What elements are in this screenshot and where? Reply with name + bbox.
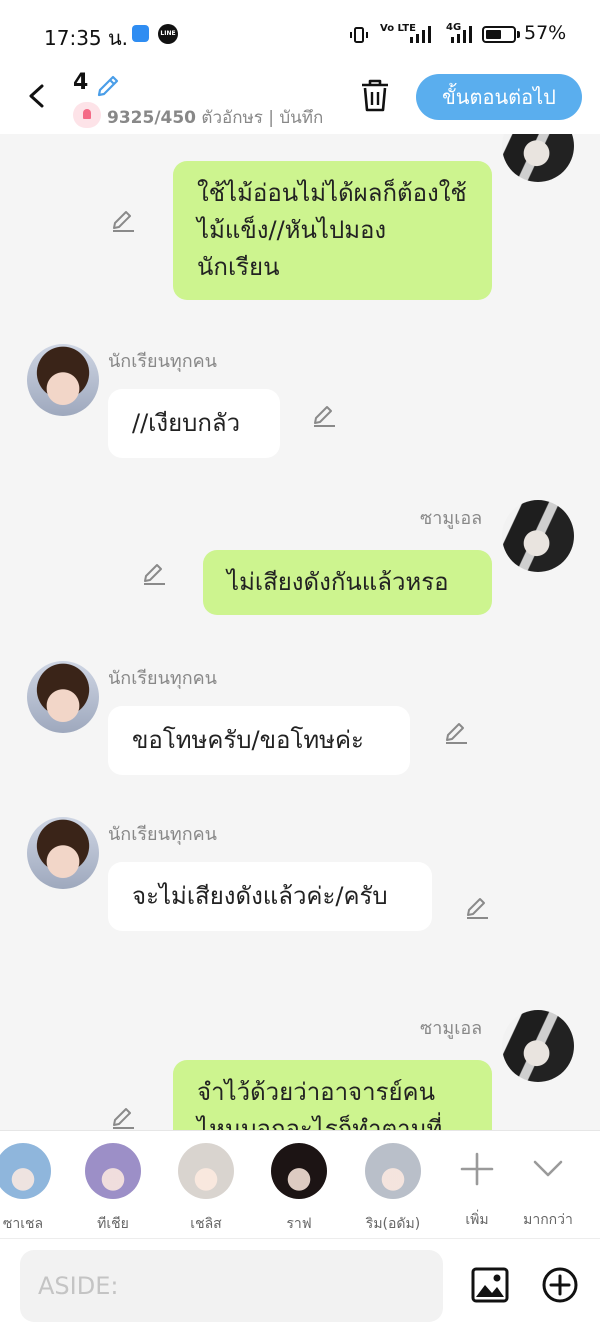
editor-header: 4 9325/450 ตัวอักษร | บันทึก ขั้นตอนต่อไ… [0, 68, 600, 134]
next-step-button[interactable]: ขั้นตอนต่อไป [416, 74, 582, 120]
message-bubble[interactable]: ขอโทษครับ/ขอโทษค่ะ [108, 706, 410, 775]
character-avatar [271, 1143, 327, 1199]
character-selector: ซาเชล ทีเชีย เชลิส ราฟ ริม(อดัม) เพิ่ม ม… [0, 1130, 600, 1238]
avatar-students[interactable] [27, 661, 99, 733]
signal-icon-sim2 [451, 26, 472, 43]
battery-icon [482, 26, 516, 43]
line-notification-icon: LINE [158, 24, 178, 44]
char-count-suffix: ตัวอักษร | บันทึก [201, 108, 324, 128]
avatar-samuel[interactable] [502, 500, 574, 572]
message-bubble[interactable]: จำไว้ด้วยว่าอาจารย์คนไหนบอกอะไรก็ทำตามที… [173, 1060, 492, 1130]
sender-name: นักเรียนทุกคน [108, 351, 217, 372]
edit-message-icon[interactable] [141, 560, 167, 586]
character-name: ราฟ [286, 1216, 312, 1232]
plus-icon [460, 1152, 494, 1186]
sender-name: ซามูเอล [420, 1018, 483, 1039]
app-notification-icon [132, 25, 149, 42]
character-avatar [85, 1143, 141, 1199]
message-bubble[interactable]: ไม่เสียงดังกันแล้วหรอ [203, 550, 492, 615]
sender-name: นักเรียนทุกคน [108, 824, 217, 845]
back-icon[interactable] [22, 78, 52, 114]
character-name: เชลิส [190, 1216, 222, 1232]
character-avatar [178, 1143, 234, 1199]
image-icon[interactable] [470, 1265, 510, 1305]
character-item[interactable]: ราฟ [254, 1143, 344, 1235]
chevron-down-icon [533, 1160, 563, 1177]
signal-icon [410, 26, 431, 43]
edit-message-icon[interactable] [110, 1104, 136, 1130]
character-name: ริม(อดัม) [365, 1216, 421, 1232]
character-count: 9325/450 ตัวอักษร | บันทึก [107, 104, 332, 128]
char-count-value: 9325/450 [107, 108, 197, 128]
character-item[interactable]: เชลิส [161, 1143, 251, 1235]
more-label: มากกว่า [523, 1212, 573, 1228]
sender-name: นักเรียนทุกคน [108, 668, 217, 689]
battery-cap [517, 31, 520, 38]
aside-input[interactable] [20, 1250, 443, 1322]
avatar-students[interactable] [27, 344, 99, 416]
compose-bar [0, 1238, 600, 1333]
episode-number: 4 [73, 70, 89, 95]
character-item[interactable]: ริม(อดัม) [348, 1143, 438, 1235]
character-name: ซาเชล [2, 1216, 44, 1232]
status-bar: 17:35 น. LINE Vo LTE 4G 57% [0, 0, 600, 68]
character-item[interactable]: ซาเชล [0, 1143, 68, 1235]
battery-fill [486, 30, 501, 39]
chat-area[interactable]: ใช้ไม้อ่อนไม่ได้ผลก็ต้องใช้ไม้แข็ง//หันไ… [0, 134, 600, 1130]
edit-message-icon[interactable] [311, 402, 337, 428]
character-avatar [365, 1143, 421, 1199]
sender-name: ซามูเอล [420, 508, 483, 529]
message-bubble[interactable]: ใช้ไม้อ่อนไม่ได้ผลก็ต้องใช้ไม้แข็ง//หันไ… [173, 161, 492, 300]
status-time: 17:35 น. [44, 26, 129, 50]
edit-message-icon[interactable] [110, 207, 136, 233]
avatar-samuel[interactable] [502, 134, 574, 182]
add-circle-icon[interactable] [540, 1265, 580, 1305]
edit-message-icon[interactable] [464, 894, 490, 920]
avatar-samuel[interactable] [502, 1010, 574, 1082]
character-name: ทีเชีย [97, 1216, 129, 1232]
battery-percent: 57% [524, 22, 567, 44]
message-bubble[interactable]: //เงียบกลัว [108, 389, 280, 458]
story-chat-editor: 17:35 น. LINE Vo LTE 4G 57% 4 9325/450 ต… [0, 0, 600, 1333]
message-bubble[interactable]: จะไม่เสียงดังแล้วค่ะ/ครับ [108, 862, 432, 931]
more-characters-button[interactable]: มากกว่า [503, 1143, 593, 1231]
character-avatar [0, 1143, 51, 1199]
trash-icon[interactable] [358, 76, 392, 114]
avatar-students[interactable] [27, 817, 99, 889]
edit-message-icon[interactable] [443, 719, 469, 745]
edit-title-icon[interactable] [94, 72, 122, 100]
vibrate-icon [350, 27, 368, 43]
notification-bell-icon [73, 102, 101, 128]
character-item[interactable]: ทีเชีย [68, 1143, 158, 1235]
